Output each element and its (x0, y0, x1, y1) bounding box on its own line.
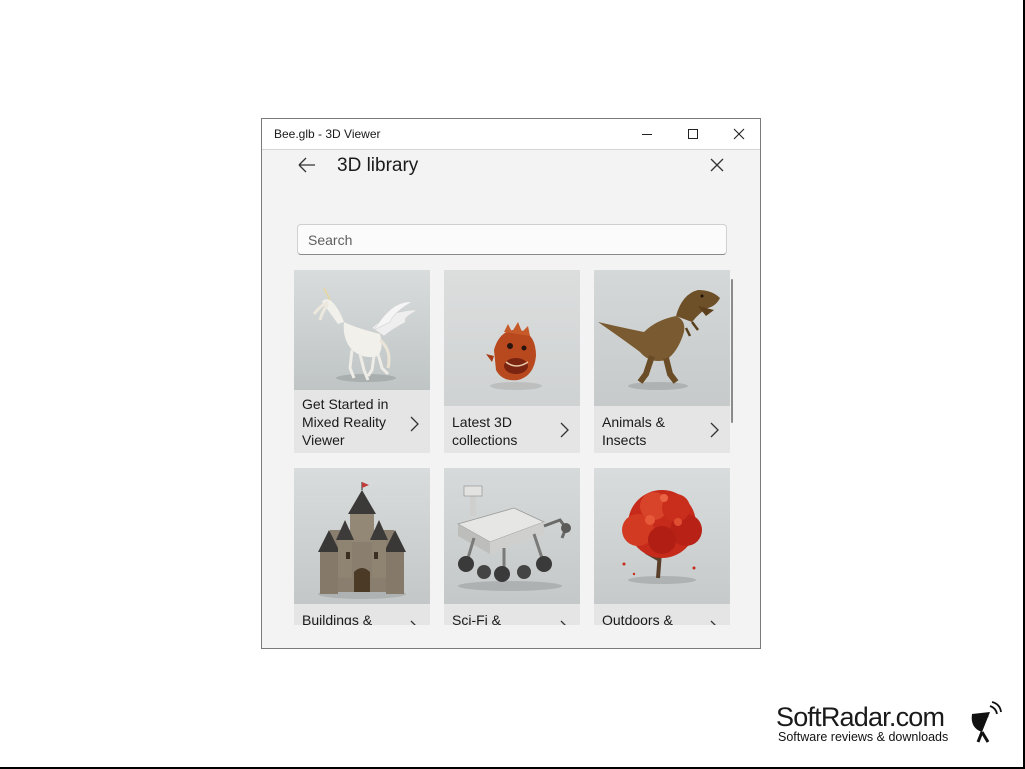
watermark-tagline: Software reviews & downloads (778, 730, 949, 744)
close-icon (733, 128, 745, 140)
library-header: 3D library (262, 150, 760, 210)
category-card-animals-insects[interactable]: Animals & Insects (594, 270, 730, 453)
pegasus-thumbnail (294, 270, 430, 390)
category-card-get-started[interactable]: Get Started in Mixed Reality Viewer (294, 270, 430, 453)
chevron-right-icon (710, 422, 719, 438)
chevron-right-icon (560, 422, 569, 438)
chevron-right-icon (560, 620, 566, 625)
close-window-button[interactable] (716, 119, 760, 149)
app-window: Bee.glb - 3D Viewer 3D library Search Ge… (261, 118, 761, 649)
close-icon (710, 158, 724, 172)
chevron-right-icon (710, 620, 716, 625)
back-arrow-icon (298, 157, 315, 173)
close-library-button[interactable] (706, 154, 728, 176)
category-label: Sci-Fi & (452, 612, 501, 625)
category-label: Buildings & (302, 612, 373, 625)
category-card-latest-collections[interactable]: Latest 3D collections (444, 270, 580, 453)
window-title: Bee.glb - 3D Viewer (274, 127, 381, 141)
red-tree-thumbnail (594, 468, 730, 604)
search-input[interactable] (297, 224, 727, 255)
castle-thumbnail (294, 468, 430, 604)
category-label: Get Started in Mixed Reality Viewer (302, 396, 389, 448)
watermark-name: SoftRadar.com (776, 702, 945, 732)
chevron-right-icon (410, 620, 416, 625)
category-grid: Get Started in Mixed Reality Viewer Late… (294, 270, 734, 625)
category-card-buildings[interactable]: Buildings & (294, 468, 430, 625)
mars-rover-thumbnail (444, 468, 580, 604)
category-label: Latest 3D collections (452, 414, 518, 448)
back-button[interactable] (296, 154, 318, 176)
minimize-button[interactable] (624, 119, 670, 149)
maximize-icon (688, 129, 698, 139)
minimize-icon (642, 134, 652, 135)
category-card-sci-fi[interactable]: Sci-Fi & (444, 468, 580, 625)
satellite-dish-icon (971, 701, 1002, 743)
chevron-right-icon (410, 416, 419, 432)
maximize-button[interactable] (670, 119, 716, 149)
title-bar[interactable]: Bee.glb - 3D Viewer (262, 119, 760, 150)
category-label: Animals & Insects (602, 414, 666, 448)
scrollbar-thumb[interactable] (731, 279, 733, 423)
category-card-outdoors[interactable]: Outdoors & (594, 468, 730, 625)
anglerfish-thumbnail (444, 270, 580, 406)
library-title: 3D library (337, 155, 419, 176)
softradar-watermark: SoftRadar.com Software reviews & downloa… (776, 700, 1006, 750)
t-rex-thumbnail (594, 270, 730, 406)
category-label: Outdoors & (602, 612, 673, 625)
